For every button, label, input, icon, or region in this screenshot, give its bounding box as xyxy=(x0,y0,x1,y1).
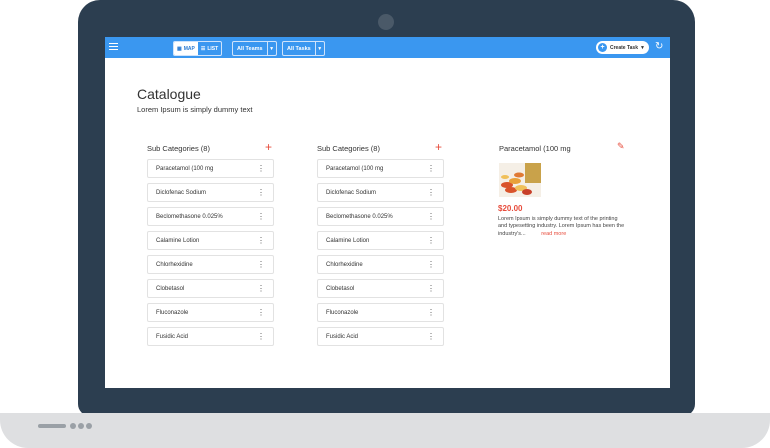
add-subcategory-icon[interactable]: + xyxy=(265,141,272,153)
chevron-down-icon: ▼ xyxy=(266,42,276,55)
list-item-label: Diclofenac Sodium xyxy=(326,189,377,196)
page-subtitle: Lorem Ipsum is simply dummy text xyxy=(137,105,253,114)
list-item-label: Beclomethasone 0.025% xyxy=(326,213,393,220)
list-item-label: Calamine Lotion xyxy=(326,237,370,244)
product-description: Lorem Ipsum is simply dummy text of the … xyxy=(498,216,626,238)
chevron-down-icon: ▼ xyxy=(314,42,324,55)
refresh-icon[interactable]: ↻ xyxy=(655,42,665,52)
more-vertical-icon[interactable]: ⋮ xyxy=(257,333,265,341)
list-item[interactable]: Fluconazole ⋮ xyxy=(317,303,444,322)
map-view-label: MAP xyxy=(183,45,195,52)
more-vertical-icon[interactable]: ⋮ xyxy=(257,189,265,197)
more-vertical-icon[interactable]: ⋮ xyxy=(427,285,435,293)
more-vertical-icon[interactable]: ⋮ xyxy=(257,237,265,245)
create-task-label: Create Task xyxy=(610,44,638,51)
list-item-label: Fluconazole xyxy=(156,309,189,316)
more-vertical-icon[interactable]: ⋮ xyxy=(257,309,265,317)
subcategory-list: Paracetamol (100 mg ⋮ Diclofenac Sodium ⋮ … xyxy=(147,159,274,351)
list-icon: ☰ xyxy=(200,45,206,52)
list-item[interactable]: Clobetasol ⋮ xyxy=(147,279,274,298)
app-screen: ▦ MAP ☰ LIST All Teams ▼ All Tasks ▼ + C… xyxy=(105,37,670,388)
tasks-dropdown[interactable]: All Tasks ▼ xyxy=(282,41,325,56)
list-item[interactable]: Diclofenac Sodium ⋮ xyxy=(147,183,274,202)
more-vertical-icon[interactable]: ⋮ xyxy=(257,165,265,173)
create-task-button[interactable]: + Create Task ▼ xyxy=(596,41,649,54)
view-toggle: ▦ MAP ☰ LIST xyxy=(173,41,223,56)
list-view-label: LIST xyxy=(207,45,219,52)
more-vertical-icon[interactable]: ⋮ xyxy=(427,237,435,245)
laptop-led xyxy=(70,423,76,429)
more-vertical-icon[interactable]: ⋮ xyxy=(427,165,435,173)
laptop-led xyxy=(78,423,84,429)
list-item[interactable]: Clobetasol ⋮ xyxy=(317,279,444,298)
map-view-button[interactable]: ▦ MAP xyxy=(174,42,198,55)
more-vertical-icon[interactable]: ⋮ xyxy=(427,309,435,317)
hamburger-menu-icon[interactable] xyxy=(109,43,118,52)
more-vertical-icon[interactable]: ⋮ xyxy=(427,189,435,197)
list-item[interactable]: Fluconazole ⋮ xyxy=(147,303,274,322)
read-more-link[interactable]: read more xyxy=(541,231,566,237)
more-vertical-icon[interactable]: ⋮ xyxy=(427,261,435,269)
more-vertical-icon[interactable]: ⋮ xyxy=(427,213,435,221)
list-item-label: Paracetamol (100 mg xyxy=(156,165,214,172)
more-vertical-icon[interactable]: ⋮ xyxy=(427,333,435,341)
list-item[interactable]: Paracetamol (100 mg ⋮ xyxy=(317,159,444,178)
list-item-label: Fluconazole xyxy=(326,309,359,316)
list-item-label: Fusidic Acid xyxy=(326,333,359,340)
laptop-base xyxy=(0,413,770,448)
subcategories-header: Sub Categories (8) xyxy=(317,144,380,153)
list-item[interactable]: Calamine Lotion ⋮ xyxy=(147,231,274,250)
list-item[interactable]: Paracetamol (100 mg ⋮ xyxy=(147,159,274,178)
list-item-label: Chlorhexidine xyxy=(156,261,193,268)
subcategory-list: Paracetamol (100 mg ⋮ Diclofenac Sodium ⋮ … xyxy=(317,159,444,351)
teams-dropdown-label: All Teams xyxy=(237,45,263,52)
product-price: $20.00 xyxy=(498,204,523,213)
laptop-base-notch xyxy=(38,424,66,428)
list-item-label: Calamine Lotion xyxy=(156,237,200,244)
product-title: Paracetamol (100 mg xyxy=(499,144,571,153)
webcam-icon xyxy=(378,14,394,30)
product-image xyxy=(499,163,541,197)
list-item[interactable]: Fusidic Acid ⋮ xyxy=(147,327,274,346)
top-navbar: ▦ MAP ☰ LIST All Teams ▼ All Tasks ▼ + C… xyxy=(105,37,670,58)
list-item[interactable]: Beclomethasone 0.025% ⋮ xyxy=(317,207,444,226)
list-item[interactable]: Beclomethasone 0.025% ⋮ xyxy=(147,207,274,226)
map-icon: ▦ xyxy=(177,45,182,52)
list-item[interactable]: Chlorhexidine ⋮ xyxy=(317,255,444,274)
more-vertical-icon[interactable]: ⋮ xyxy=(257,213,265,221)
list-item[interactable]: Fusidic Acid ⋮ xyxy=(317,327,444,346)
list-view-button[interactable]: ☰ LIST xyxy=(198,42,221,55)
list-item-label: Clobetasol xyxy=(326,285,355,292)
add-subcategory-icon[interactable]: + xyxy=(435,141,442,153)
list-item[interactable]: Diclofenac Sodium ⋮ xyxy=(317,183,444,202)
chevron-down-icon[interactable]: ▼ xyxy=(640,45,645,51)
laptop-led xyxy=(86,423,92,429)
list-item-label: Chlorhexidine xyxy=(326,261,363,268)
list-item-label: Clobetasol xyxy=(156,285,185,292)
subcategories-header: Sub Categories (8) xyxy=(147,144,210,153)
list-item-label: Beclomethasone 0.025% xyxy=(156,213,223,220)
plus-icon: + xyxy=(598,43,607,52)
page-title: Catalogue xyxy=(137,86,201,102)
list-item-label: Diclofenac Sodium xyxy=(156,189,207,196)
list-item-label: Paracetamol (100 mg xyxy=(326,165,384,172)
list-item[interactable]: Calamine Lotion ⋮ xyxy=(317,231,444,250)
list-item[interactable]: Chlorhexidine ⋮ xyxy=(147,255,274,274)
more-vertical-icon[interactable]: ⋮ xyxy=(257,261,265,269)
list-item-label: Fusidic Acid xyxy=(156,333,189,340)
edit-pencil-icon[interactable]: ✎ xyxy=(617,141,625,152)
tasks-dropdown-label: All Tasks xyxy=(287,45,311,52)
more-vertical-icon[interactable]: ⋮ xyxy=(257,285,265,293)
teams-dropdown[interactable]: All Teams ▼ xyxy=(232,41,277,56)
